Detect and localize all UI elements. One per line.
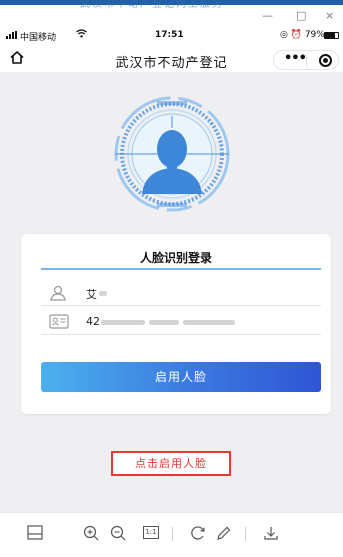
- id-card-icon: [49, 314, 69, 330]
- capsule-divider: [306, 55, 307, 66]
- card-title: 人脸识别登录: [139, 251, 212, 265]
- actual-size-button[interactable]: 1:1: [143, 526, 159, 539]
- battery-percent: 79%: [304, 30, 325, 40]
- window-titlebar: 武汉市不动产登记网上服务 — □ ×: [0, 0, 343, 26]
- signal-icon: [6, 31, 17, 39]
- zoom-out-icon[interactable]: [110, 525, 126, 545]
- close-target-icon[interactable]: [319, 54, 332, 67]
- login-card: 人脸识别登录 艾 42 启用人脸: [21, 234, 331, 414]
- title-underline: [41, 268, 321, 270]
- location-icon: ◎: [280, 30, 288, 40]
- pen-icon[interactable]: [216, 525, 232, 545]
- capsule-menu: •••: [273, 50, 339, 70]
- window-close-button[interactable]: ×: [325, 9, 334, 22]
- main-content: 人脸识别登录 艾 42 启用人脸 点击启用人脸: [0, 72, 343, 512]
- more-button[interactable]: •••: [284, 51, 307, 66]
- status-right-group: ◎ ⏰ 79%: [280, 30, 325, 40]
- window-maximize-button[interactable]: □: [296, 9, 306, 22]
- battery-icon: [324, 32, 339, 39]
- window-ghost-title: 武汉市不动产登记网上服务: [80, 0, 224, 10]
- name-blur: [99, 291, 107, 296]
- id-number-field[interactable]: 42: [41, 309, 321, 335]
- zoom-in-icon[interactable]: [83, 525, 99, 545]
- user-icon: [49, 285, 67, 301]
- status-time: 17:51: [155, 30, 184, 40]
- enable-face-button[interactable]: 启用人脸: [41, 362, 321, 392]
- name-value: 艾: [86, 288, 97, 301]
- alarm-icon: ⏰: [290, 30, 302, 40]
- toolbar-divider: [172, 527, 173, 541]
- layout-icon[interactable]: [27, 525, 43, 544]
- wifi-icon: [76, 29, 87, 41]
- face-recognition-icon: [114, 96, 230, 212]
- viewer-toolbar: 1:1: [0, 512, 343, 557]
- id-blur-1: [101, 320, 145, 325]
- phone-status-bar: 中国移动 17:51 ◎ ⏰ 79%: [0, 28, 343, 46]
- rotate-icon[interactable]: [190, 525, 206, 545]
- name-field[interactable]: 艾: [41, 280, 321, 306]
- toolbar-divider-2: [245, 527, 246, 541]
- id-number-value: 42: [86, 315, 100, 328]
- id-blur-3: [183, 320, 235, 325]
- mini-program-navbar: 武汉市不动产登记 •••: [0, 46, 343, 72]
- window-minimize-button[interactable]: —: [262, 9, 273, 22]
- click-hint-annotation: 点击启用人脸: [111, 451, 231, 476]
- id-blur-2: [149, 320, 179, 325]
- download-icon[interactable]: [263, 525, 279, 545]
- carrier-label: 中国移动: [20, 33, 57, 43]
